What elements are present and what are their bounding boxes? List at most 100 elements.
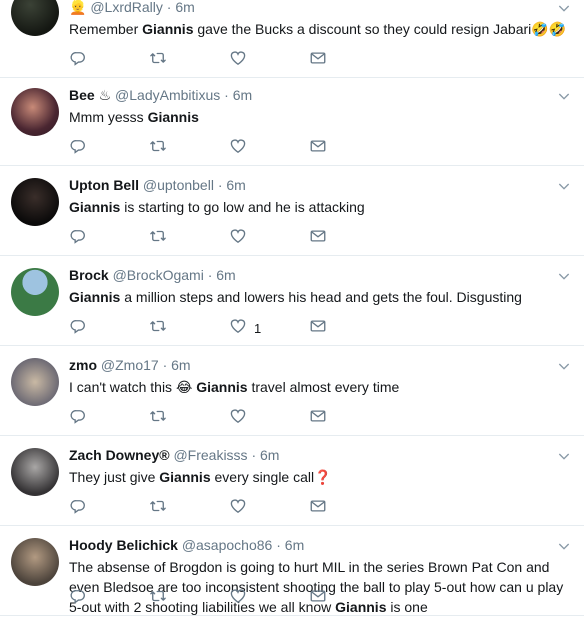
handle[interactable]: @asapocho86: [182, 537, 273, 553]
reply-icon: [69, 317, 87, 340]
timestamp[interactable]: 6m: [226, 177, 245, 193]
avatar[interactable]: [11, 88, 59, 136]
avatar[interactable]: [11, 268, 59, 316]
tweet-actions: [69, 408, 469, 428]
envelope-icon: [309, 317, 327, 340]
tweet-actions: [69, 50, 469, 70]
dm-button[interactable]: [309, 318, 327, 338]
tweet-actions: 1: [69, 318, 469, 338]
display-name[interactable]: Zach Downey®: [69, 447, 170, 463]
like-button[interactable]: [229, 588, 247, 608]
retweet-button[interactable]: [149, 318, 167, 338]
like-button[interactable]: [229, 50, 247, 70]
display-name[interactable]: Bee: [69, 87, 95, 103]
retweet-button[interactable]: [149, 50, 167, 70]
separator-dot: ·: [247, 447, 261, 463]
chevron-down-icon[interactable]: [556, 268, 572, 284]
avatar[interactable]: [11, 0, 59, 36]
chevron-down-icon[interactable]: [556, 88, 572, 104]
tweet-actions: [69, 138, 469, 158]
handle[interactable]: @LxrdRally: [90, 0, 163, 15]
reply-button[interactable]: [69, 318, 87, 338]
mention-bold: Giannis: [142, 21, 194, 37]
dm-button[interactable]: [309, 50, 327, 70]
dm-button[interactable]: [309, 408, 327, 428]
handle[interactable]: @BrockOgami: [113, 267, 204, 283]
envelope-icon: [309, 587, 327, 610]
like-button[interactable]: [229, 138, 247, 158]
tweet-text: Giannis a million steps and lowers his h…: [69, 287, 570, 307]
tweet-header: Upton Bell @uptonbell · 6m: [69, 176, 246, 194]
mention-bold: Giannis: [196, 379, 248, 395]
avatar[interactable]: [11, 358, 59, 406]
like-button[interactable]: [229, 498, 247, 518]
like-button[interactable]: [229, 228, 247, 248]
retweet-button[interactable]: [149, 498, 167, 518]
display-name[interactable]: zmo: [69, 357, 97, 373]
tweet[interactable]: 👱 @LxrdRally · 6m Remember Giannis gave t…: [0, 0, 584, 78]
chevron-down-icon[interactable]: [556, 538, 572, 554]
timestamp[interactable]: 6m: [260, 447, 279, 463]
like-button[interactable]: [229, 408, 247, 428]
heart-icon: [229, 497, 247, 520]
tweet-header: Brock @BrockOgami · 6m: [69, 266, 236, 284]
retweet-button[interactable]: [149, 228, 167, 248]
tweet[interactable]: Upton Bell @uptonbell · 6m Giannis is sta…: [0, 166, 584, 256]
display-name[interactable]: Brock: [69, 267, 109, 283]
timestamp[interactable]: 6m: [175, 0, 194, 15]
retweet-button[interactable]: [149, 138, 167, 158]
avatar[interactable]: [11, 538, 59, 586]
reply-button[interactable]: [69, 50, 87, 70]
timestamp[interactable]: 6m: [285, 537, 304, 553]
chevron-down-icon[interactable]: [556, 448, 572, 464]
retweet-button[interactable]: [149, 408, 167, 428]
timestamp[interactable]: 6m: [233, 87, 252, 103]
tweet-text-part: is starting to go low and he is attackin…: [120, 199, 365, 215]
tweet[interactable]: Brock @BrockOgami · 6m Giannis a million …: [0, 256, 584, 346]
tweet[interactable]: Zach Downey® @Freakisss · 6m They just gi…: [0, 436, 584, 526]
tweet-header: zmo @Zmo17 · 6m: [69, 356, 191, 374]
like-button[interactable]: 1: [229, 318, 261, 338]
reply-button[interactable]: [69, 498, 87, 518]
emoji: ❓: [314, 469, 332, 485]
tweet-text-part: I can't watch this 😂: [69, 379, 197, 395]
display-name[interactable]: Hoody Belichick: [69, 537, 178, 553]
avatar[interactable]: [11, 178, 59, 226]
retweet-icon: [149, 587, 167, 610]
heart-icon: [229, 137, 247, 160]
retweet-button[interactable]: [149, 588, 167, 608]
reply-button[interactable]: [69, 138, 87, 158]
handle[interactable]: @uptonbell: [143, 177, 214, 193]
handle[interactable]: @LadyAmbitixus: [115, 87, 220, 103]
envelope-icon: [309, 49, 327, 72]
separator-dot: ·: [220, 87, 233, 103]
name-badge: ♨: [98, 87, 112, 103]
reply-button[interactable]: [69, 408, 87, 428]
retweet-icon: [149, 497, 167, 520]
dm-button[interactable]: [309, 498, 327, 518]
avatar[interactable]: [11, 448, 59, 496]
chevron-down-icon[interactable]: [556, 0, 572, 16]
reply-button[interactable]: [69, 588, 87, 608]
reply-icon: [69, 227, 87, 250]
chevron-down-icon[interactable]: [556, 358, 572, 374]
retweet-icon: [149, 137, 167, 160]
separator-dot: ·: [162, 0, 176, 15]
tweet-text: Mmm yesss Giannis: [69, 107, 570, 127]
tweet[interactable]: zmo @Zmo17 · 6m I can't watch this 😂 Gian…: [0, 346, 584, 436]
timestamp[interactable]: 6m: [216, 267, 235, 283]
envelope-icon: [309, 407, 327, 430]
dm-button[interactable]: [309, 228, 327, 248]
handle[interactable]: @Zmo17: [101, 357, 159, 373]
heart-icon: [229, 587, 247, 610]
chevron-down-icon[interactable]: [556, 178, 572, 194]
tweet-text-part: travel almost every time: [247, 379, 400, 395]
dm-button[interactable]: [309, 138, 327, 158]
dm-button[interactable]: [309, 588, 327, 608]
reply-button[interactable]: [69, 228, 87, 248]
display-name[interactable]: Upton Bell: [69, 177, 139, 193]
timestamp[interactable]: 6m: [171, 357, 190, 373]
tweet[interactable]: Bee ♨ @LadyAmbitixus · 6m Mmm yesss Giann…: [0, 76, 584, 166]
handle[interactable]: @Freakisss: [173, 447, 247, 463]
tweet[interactable]: Hoody Belichick @asapocho86 · 6m The abse…: [0, 526, 584, 616]
